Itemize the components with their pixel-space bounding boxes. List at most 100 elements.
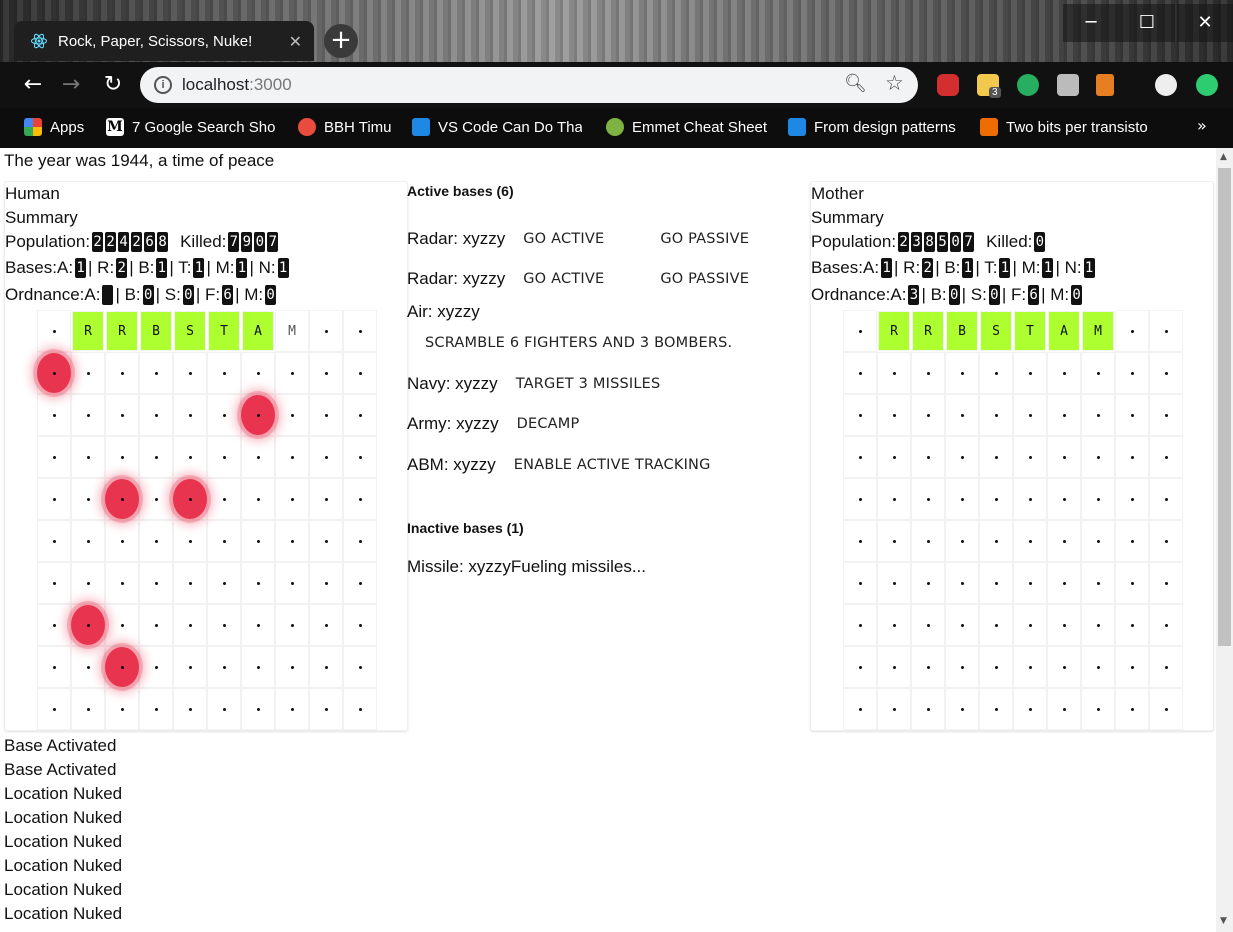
board-cell[interactable] xyxy=(979,394,1013,436)
base-cell[interactable]: S xyxy=(174,311,206,351)
nuked-cell[interactable] xyxy=(105,478,139,520)
board-cell[interactable] xyxy=(343,478,377,520)
board-cell[interactable] xyxy=(1047,646,1081,688)
board-cell[interactable] xyxy=(105,436,139,478)
board-cell[interactable] xyxy=(945,436,979,478)
board-cell[interactable] xyxy=(37,688,71,730)
scroll-up-icon[interactable]: ▲ xyxy=(1220,152,1227,162)
board-cell[interactable] xyxy=(843,604,877,646)
base-cell[interactable]: M xyxy=(1082,311,1114,351)
board-cell[interactable] xyxy=(139,646,173,688)
board-cell[interactable] xyxy=(241,520,275,562)
board-cell[interactable] xyxy=(173,394,207,436)
board-cell[interactable] xyxy=(1013,394,1047,436)
board-cell[interactable] xyxy=(139,478,173,520)
chat-extension-icon[interactable] xyxy=(1017,74,1039,96)
board-cell[interactable] xyxy=(911,562,945,604)
board-cell[interactable] xyxy=(1047,562,1081,604)
board-cell[interactable] xyxy=(1013,478,1047,520)
board-cell[interactable] xyxy=(309,688,343,730)
nuked-cell[interactable] xyxy=(37,352,71,394)
board-cell[interactable] xyxy=(979,688,1013,730)
board-cell[interactable] xyxy=(343,352,377,394)
board-cell[interactable] xyxy=(173,436,207,478)
board-cell[interactable] xyxy=(843,688,877,730)
board-cell[interactable] xyxy=(173,604,207,646)
board-cell[interactable] xyxy=(309,604,343,646)
base-cell[interactable]: A xyxy=(1048,311,1080,351)
base-cell[interactable]: A xyxy=(242,311,274,351)
board-cell[interactable] xyxy=(1081,352,1115,394)
board-cell[interactable] xyxy=(71,478,105,520)
board-cell[interactable] xyxy=(1047,604,1081,646)
board-cell[interactable] xyxy=(1115,352,1149,394)
board-cell[interactable] xyxy=(173,352,207,394)
bookmark-google-search[interactable]: M 7 Google Search Sho xyxy=(106,116,276,138)
board-cell[interactable] xyxy=(275,562,309,604)
board-cell[interactable] xyxy=(911,352,945,394)
nuked-cell[interactable] xyxy=(173,478,207,520)
board-cell[interactable] xyxy=(207,562,241,604)
board-cell[interactable] xyxy=(945,688,979,730)
board-cell[interactable] xyxy=(1149,352,1183,394)
profile-avatar-icon[interactable] xyxy=(1155,74,1177,96)
board-cell[interactable] xyxy=(911,436,945,478)
board-cell[interactable] xyxy=(343,646,377,688)
board-cell[interactable] xyxy=(241,478,275,520)
board-cell[interactable] xyxy=(945,646,979,688)
base-action-button[interactable]: TARGET 3 MISSILES xyxy=(508,372,669,396)
board-cell[interactable] xyxy=(343,520,377,562)
board-cell[interactable] xyxy=(843,310,877,352)
bookmark-bbh-timu[interactable]: BBH Timu xyxy=(298,116,392,138)
board-cell[interactable] xyxy=(37,394,71,436)
board-cell[interactable] xyxy=(1081,478,1115,520)
board-cell[interactable] xyxy=(37,478,71,520)
board-cell[interactable] xyxy=(173,688,207,730)
vertical-scrollbar[interactable]: ▲ ▼ xyxy=(1216,148,1233,932)
board-cell[interactable]: M xyxy=(275,310,309,352)
base-cell[interactable]: R xyxy=(72,311,104,351)
base-action-button[interactable]: SCRAMBLE 6 FIGHTERS AND 3 BOMBERS. xyxy=(417,331,740,355)
reload-icon[interactable]: ↻ xyxy=(98,70,128,100)
board-cell[interactable] xyxy=(241,646,275,688)
board-cell[interactable] xyxy=(1115,646,1149,688)
board-cell[interactable] xyxy=(309,562,343,604)
board-cell[interactable] xyxy=(309,436,343,478)
board-cell[interactable] xyxy=(1081,688,1115,730)
board-cell[interactable] xyxy=(911,646,945,688)
board-cell[interactable] xyxy=(1149,520,1183,562)
board-cell[interactable] xyxy=(173,562,207,604)
board-cell[interactable] xyxy=(945,394,979,436)
board-cell[interactable] xyxy=(1081,436,1115,478)
board-cell[interactable] xyxy=(309,352,343,394)
board-cell[interactable] xyxy=(979,520,1013,562)
board-cell[interactable] xyxy=(877,352,911,394)
board-cell[interactable] xyxy=(309,520,343,562)
bookmark-apps[interactable]: Apps xyxy=(24,116,84,138)
board-cell[interactable] xyxy=(1115,604,1149,646)
board-cell[interactable] xyxy=(1081,520,1115,562)
board-cell[interactable] xyxy=(979,478,1013,520)
board-cell[interactable] xyxy=(1149,646,1183,688)
board-cell[interactable] xyxy=(139,352,173,394)
board-cell[interactable] xyxy=(139,394,173,436)
board-cell[interactable] xyxy=(275,436,309,478)
board-cell[interactable] xyxy=(843,352,877,394)
board-cell[interactable] xyxy=(309,394,343,436)
board-cell[interactable] xyxy=(275,352,309,394)
base-cell[interactable]: R xyxy=(912,311,944,351)
board-cell[interactable] xyxy=(877,604,911,646)
board-cell[interactable] xyxy=(207,520,241,562)
board-cell[interactable] xyxy=(1047,688,1081,730)
board-cell[interactable] xyxy=(71,520,105,562)
board-cell[interactable] xyxy=(1047,478,1081,520)
base-cell[interactable]: T xyxy=(208,311,240,351)
board-cell[interactable] xyxy=(843,646,877,688)
board-cell[interactable] xyxy=(979,562,1013,604)
board-cell[interactable] xyxy=(945,604,979,646)
base-cell[interactable]: R xyxy=(106,311,138,351)
base-cell[interactable]: R xyxy=(878,311,910,351)
base-action-button[interactable]: GO PASSIVE xyxy=(652,267,757,291)
board-cell[interactable] xyxy=(1115,478,1149,520)
board-cell[interactable] xyxy=(343,604,377,646)
